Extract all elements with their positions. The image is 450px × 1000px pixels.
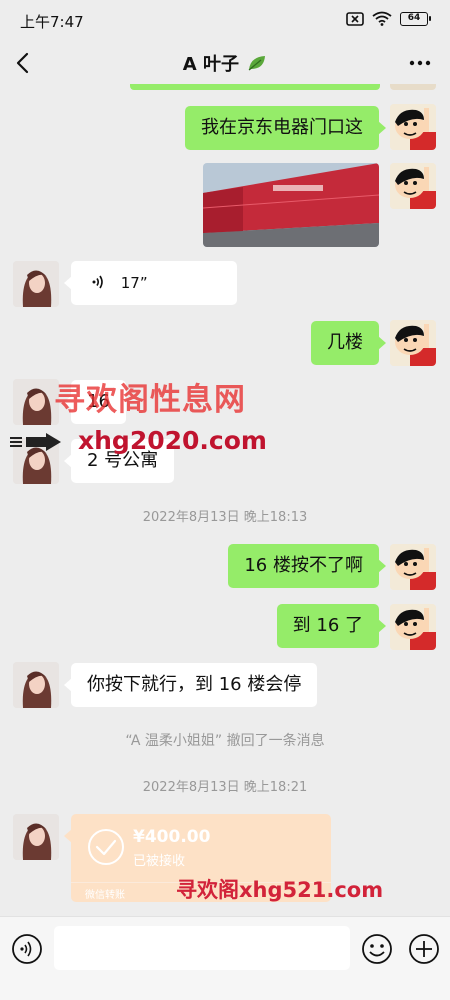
message-bubble-other[interactable]: 你按下就行，到 16 楼会停 xyxy=(63,663,318,707)
chat-header: A 叶子 xyxy=(0,42,450,84)
voice-message-bubble[interactable]: 17” xyxy=(64,261,237,305)
check-circle-icon xyxy=(88,829,124,865)
avatar-portrait xyxy=(13,662,59,708)
voice-input-icon[interactable] xyxy=(11,933,43,965)
avatar-cartoon xyxy=(390,604,436,650)
avatar-cartoon xyxy=(390,544,436,590)
storefront-photo xyxy=(203,163,379,247)
emoji-icon[interactable] xyxy=(361,933,393,965)
avatar-portrait xyxy=(13,379,59,425)
chat-title-text: A 叶子 xyxy=(182,54,239,75)
status-bar: 上午7:47 64 xyxy=(0,0,450,42)
timestamp: 2022年8月13日 晚上18:21 xyxy=(142,780,308,795)
avatar-cartoon xyxy=(390,163,436,209)
battery-indicator: 64 xyxy=(400,11,431,26)
previous-bubble-edge xyxy=(130,84,380,90)
avatar-cartoon xyxy=(390,320,436,366)
transfer-amount: ¥400.00 xyxy=(133,827,211,847)
message-bubble-mine[interactable]: 我在京东电器门口这 xyxy=(185,106,386,150)
timestamp: 2022年8月13日 晚上18:13 xyxy=(142,510,308,525)
avatar-mine[interactable] xyxy=(390,163,436,209)
avatar-other[interactable] xyxy=(13,814,59,860)
avatar-portrait xyxy=(13,814,59,860)
arrow-icon xyxy=(10,433,61,451)
wifi-icon xyxy=(372,11,392,26)
avatar-mine[interactable] xyxy=(390,544,436,590)
message-image[interactable] xyxy=(203,163,379,247)
plus-icon[interactable] xyxy=(408,933,440,965)
avatar-other[interactable] xyxy=(13,261,59,307)
avatar-cartoon xyxy=(390,104,436,150)
avatar-other[interactable] xyxy=(13,379,59,425)
avatar-portrait xyxy=(13,261,59,307)
message-bubble-mine[interactable]: 到 16 了 xyxy=(276,604,387,648)
leaf-icon xyxy=(248,56,266,71)
message-bubble-other[interactable]: 2 号公寓 xyxy=(63,439,175,483)
transfer-status: 已被接收 xyxy=(133,854,186,869)
transfer-footer: 微信转账 xyxy=(71,882,331,902)
message-bubble-mine[interactable]: 几楼 xyxy=(311,321,386,365)
transfer-label: 微信转账 xyxy=(85,890,125,901)
message-input[interactable] xyxy=(54,926,350,970)
message-bubble-other[interactable]: 16 xyxy=(64,380,126,424)
avatar-other[interactable] xyxy=(13,662,59,708)
status-icons: 64 xyxy=(346,11,431,26)
voice-duration: 17” xyxy=(120,274,148,292)
voice-wave-icon xyxy=(92,275,103,289)
chat-title: A 叶子 xyxy=(0,50,450,76)
avatar-mine[interactable] xyxy=(390,604,436,650)
status-time: 上午7:47 xyxy=(20,13,84,31)
previous-avatar-edge xyxy=(390,84,436,90)
recall-notice: “A 温柔小姐姐” 撤回了一条消息 xyxy=(125,733,325,749)
transfer-card[interactable]: ¥400.00 已被接收 微信转账 xyxy=(64,814,331,902)
avatar-mine[interactable] xyxy=(390,320,436,366)
avatar-mine[interactable] xyxy=(390,104,436,150)
more-dots-icon[interactable] xyxy=(404,50,436,76)
mute-icon xyxy=(346,11,364,26)
input-bar xyxy=(0,916,450,1000)
message-bubble-mine[interactable]: 16 楼按不了啊 xyxy=(228,544,386,588)
chat-area[interactable]: 我在京东电器门口这 17” 几楼 16 2 号公寓 2022年8月13日 晚上1… xyxy=(0,84,450,916)
